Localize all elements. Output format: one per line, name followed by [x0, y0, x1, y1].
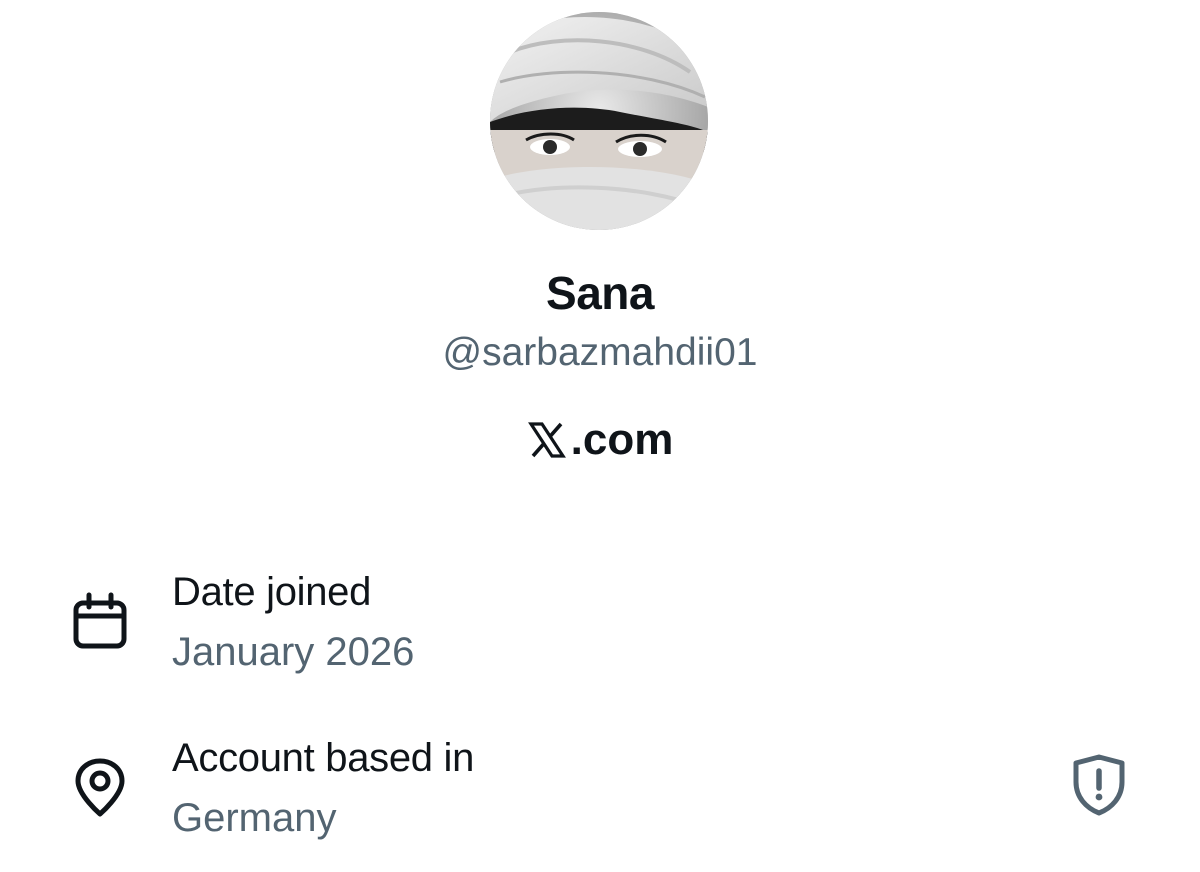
avatar[interactable]	[490, 12, 708, 230]
profile-header: Sana @sarbazmahdii01 .com	[0, 0, 1200, 500]
user-handle: @sarbazmahdii01	[442, 331, 758, 374]
shield-alert-icon[interactable]	[1066, 752, 1132, 818]
about-account-page: Sana @sarbazmahdii01 .com Date joined Ja…	[0, 0, 1200, 872]
account-based-in-value: Germany	[172, 796, 337, 840]
calendar-icon	[70, 592, 130, 652]
date-joined-row: Date joined January 2026	[0, 562, 1200, 682]
account-based-in-row: Account based in Germany	[0, 728, 1200, 848]
avatar-image	[490, 12, 708, 230]
display-name: Sana	[546, 267, 654, 319]
platform-label: .com	[0, 412, 1200, 468]
date-joined-value: January 2026	[172, 630, 415, 674]
date-joined-label: Date joined	[172, 570, 372, 614]
location-pin-icon	[70, 758, 130, 818]
account-based-in-label: Account based in	[172, 736, 475, 780]
platform-domain: .com	[570, 415, 674, 464]
x-logo-icon	[527, 420, 567, 460]
